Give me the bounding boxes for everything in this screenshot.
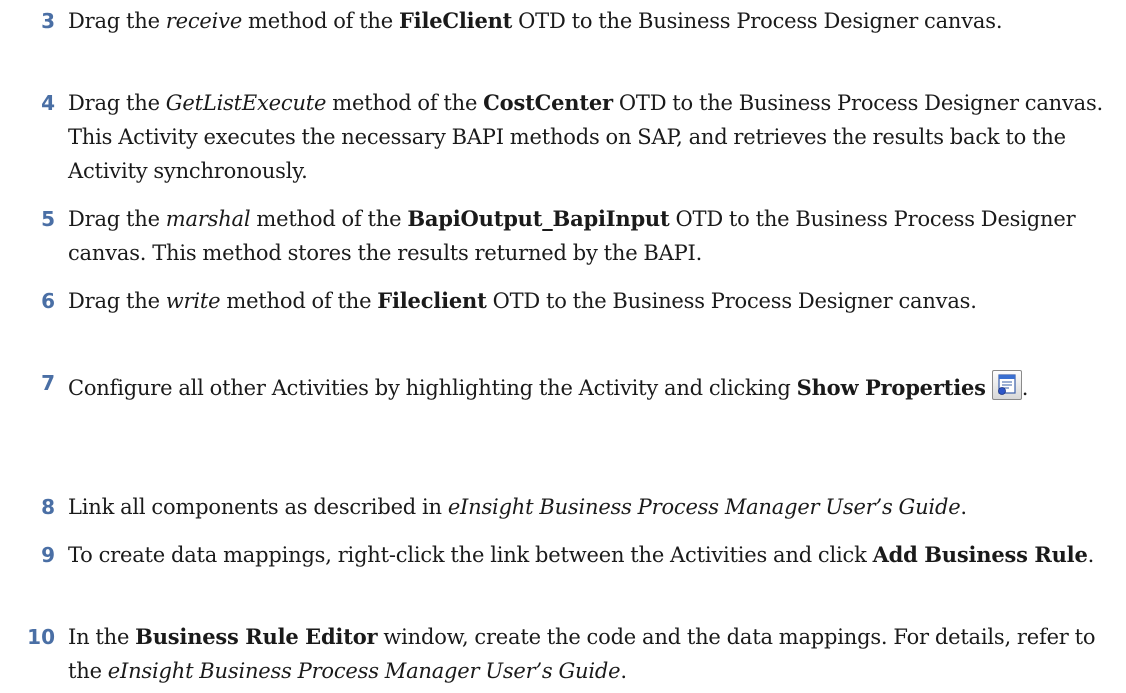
step-text: Drag the GetListExecute method of the Co… [68, 90, 1103, 183]
show-properties-icon [991, 370, 1022, 400]
method-name: receive [165, 9, 243, 33]
otd-name: Fileclient [377, 288, 487, 313]
method-name: GetListExecute [165, 91, 327, 115]
step-text: Drag the write method of the Fileclient … [68, 288, 977, 313]
step-number: 3 [41, 9, 55, 33]
step-number: 6 [41, 289, 55, 313]
step-number: 10 [27, 625, 55, 649]
step-text: Configure all other Activities by highli… [68, 366, 1120, 410]
otd-name: CostCenter [483, 90, 613, 115]
step-number: 5 [41, 207, 55, 231]
step-number: 7 [41, 371, 55, 395]
step-number: 9 [41, 543, 55, 567]
guide-title: eInsight Business Process Manager User’s… [447, 495, 961, 519]
method-name: marshal [165, 207, 251, 231]
otd-name: FileClient [398, 8, 513, 33]
step-text: Drag the marshal method of the BapiOutpu… [68, 206, 1076, 265]
show-properties-label: Show Properties [796, 375, 986, 400]
guide-title: eInsight Business Process Manager User’s… [107, 659, 621, 683]
step-number: 8 [41, 495, 55, 519]
otd-name: BapiOutput_BapiInput [407, 206, 670, 231]
step-number: 4 [41, 91, 55, 115]
properties-sheet-icon [997, 374, 1016, 395]
method-name: write [165, 289, 221, 313]
step-text: In the Business Rule Editor window, crea… [68, 624, 1096, 683]
business-rule-editor-label: Business Rule Editor [135, 624, 378, 649]
add-business-rule-label: Add Business Rule [872, 542, 1088, 567]
step-text: Drag the receive method of the FileClien… [68, 8, 1003, 33]
step-text: To create data mappings, right-click the… [68, 542, 1095, 567]
step-text: Link all components as described in eIns… [68, 495, 967, 519]
